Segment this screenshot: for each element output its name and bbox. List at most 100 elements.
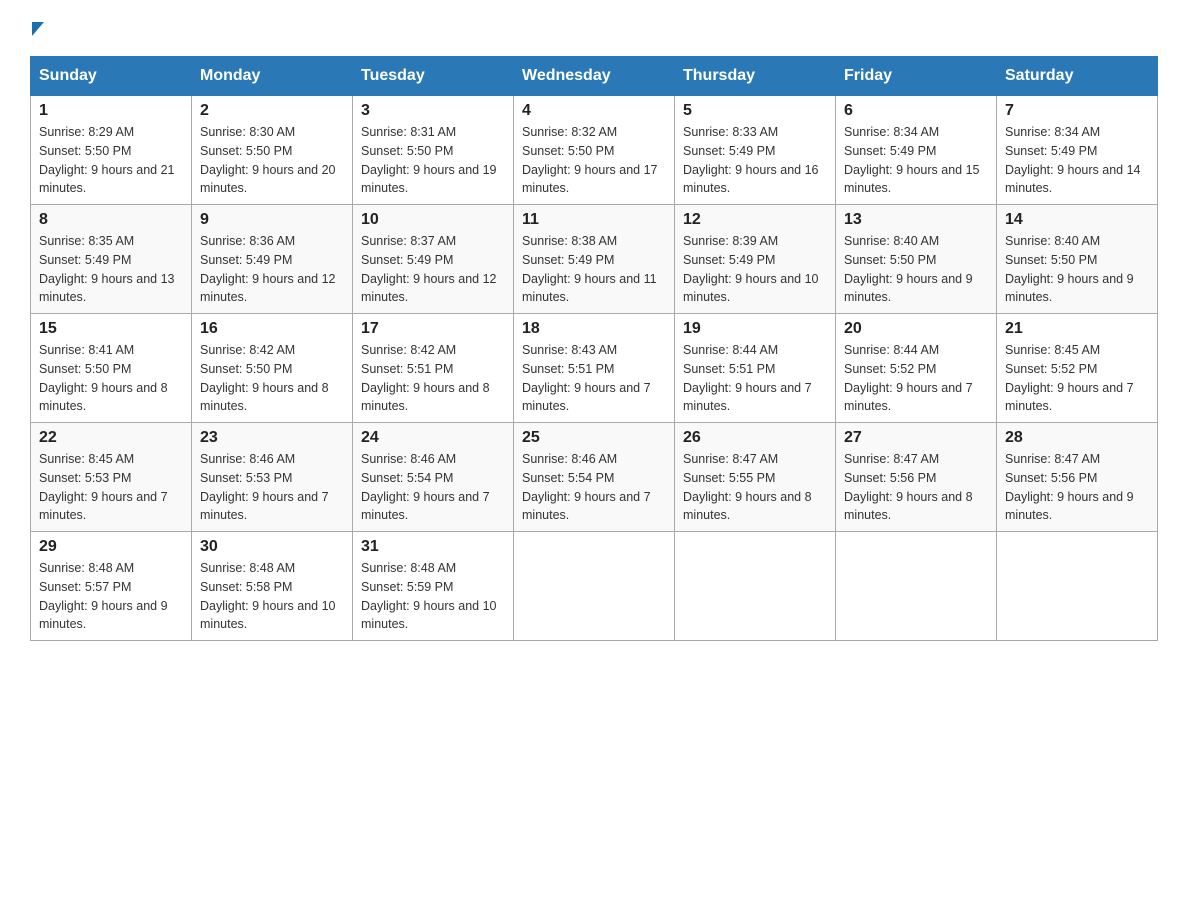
- day-number: 13: [844, 211, 988, 229]
- day-number: 5: [683, 102, 827, 120]
- weekday-header-wednesday: Wednesday: [514, 57, 675, 96]
- calendar-cell: 24 Sunrise: 8:46 AM Sunset: 5:54 PM Dayl…: [353, 423, 514, 532]
- calendar-week-row: 1 Sunrise: 8:29 AM Sunset: 5:50 PM Dayli…: [31, 96, 1158, 205]
- day-info: Sunrise: 8:39 AM Sunset: 5:49 PM Dayligh…: [683, 232, 827, 307]
- calendar-cell: [836, 532, 997, 641]
- weekday-header-row: SundayMondayTuesdayWednesdayThursdayFrid…: [31, 57, 1158, 96]
- calendar-cell: 4 Sunrise: 8:32 AM Sunset: 5:50 PM Dayli…: [514, 96, 675, 205]
- day-info: Sunrise: 8:34 AM Sunset: 5:49 PM Dayligh…: [844, 123, 988, 198]
- day-number: 19: [683, 320, 827, 338]
- day-info: Sunrise: 8:47 AM Sunset: 5:56 PM Dayligh…: [844, 450, 988, 525]
- day-info: Sunrise: 8:45 AM Sunset: 5:53 PM Dayligh…: [39, 450, 183, 525]
- calendar-cell: 3 Sunrise: 8:31 AM Sunset: 5:50 PM Dayli…: [353, 96, 514, 205]
- day-info: Sunrise: 8:44 AM Sunset: 5:52 PM Dayligh…: [844, 341, 988, 416]
- page-header: [30, 20, 1158, 36]
- day-number: 7: [1005, 102, 1149, 120]
- calendar-cell: 20 Sunrise: 8:44 AM Sunset: 5:52 PM Dayl…: [836, 314, 997, 423]
- calendar-week-row: 8 Sunrise: 8:35 AM Sunset: 5:49 PM Dayli…: [31, 205, 1158, 314]
- day-number: 27: [844, 429, 988, 447]
- day-info: Sunrise: 8:38 AM Sunset: 5:49 PM Dayligh…: [522, 232, 666, 307]
- day-info: Sunrise: 8:46 AM Sunset: 5:54 PM Dayligh…: [522, 450, 666, 525]
- day-number: 17: [361, 320, 505, 338]
- day-number: 22: [39, 429, 183, 447]
- calendar-cell: 12 Sunrise: 8:39 AM Sunset: 5:49 PM Dayl…: [675, 205, 836, 314]
- calendar-cell: 14 Sunrise: 8:40 AM Sunset: 5:50 PM Dayl…: [997, 205, 1158, 314]
- day-info: Sunrise: 8:43 AM Sunset: 5:51 PM Dayligh…: [522, 341, 666, 416]
- calendar-cell: 9 Sunrise: 8:36 AM Sunset: 5:49 PM Dayli…: [192, 205, 353, 314]
- calendar-cell: 31 Sunrise: 8:48 AM Sunset: 5:59 PM Dayl…: [353, 532, 514, 641]
- day-info: Sunrise: 8:42 AM Sunset: 5:51 PM Dayligh…: [361, 341, 505, 416]
- day-info: Sunrise: 8:36 AM Sunset: 5:49 PM Dayligh…: [200, 232, 344, 307]
- calendar-cell: 5 Sunrise: 8:33 AM Sunset: 5:49 PM Dayli…: [675, 96, 836, 205]
- day-info: Sunrise: 8:46 AM Sunset: 5:54 PM Dayligh…: [361, 450, 505, 525]
- day-number: 3: [361, 102, 505, 120]
- calendar-week-row: 29 Sunrise: 8:48 AM Sunset: 5:57 PM Dayl…: [31, 532, 1158, 641]
- calendar-cell: 11 Sunrise: 8:38 AM Sunset: 5:49 PM Dayl…: [514, 205, 675, 314]
- weekday-header-sunday: Sunday: [31, 57, 192, 96]
- calendar-cell: 22 Sunrise: 8:45 AM Sunset: 5:53 PM Dayl…: [31, 423, 192, 532]
- day-info: Sunrise: 8:47 AM Sunset: 5:55 PM Dayligh…: [683, 450, 827, 525]
- day-info: Sunrise: 8:35 AM Sunset: 5:49 PM Dayligh…: [39, 232, 183, 307]
- calendar-cell: 8 Sunrise: 8:35 AM Sunset: 5:49 PM Dayli…: [31, 205, 192, 314]
- calendar-week-row: 15 Sunrise: 8:41 AM Sunset: 5:50 PM Dayl…: [31, 314, 1158, 423]
- day-info: Sunrise: 8:31 AM Sunset: 5:50 PM Dayligh…: [361, 123, 505, 198]
- day-number: 8: [39, 211, 183, 229]
- day-number: 12: [683, 211, 827, 229]
- day-number: 9: [200, 211, 344, 229]
- day-number: 14: [1005, 211, 1149, 229]
- day-number: 23: [200, 429, 344, 447]
- day-number: 18: [522, 320, 666, 338]
- day-info: Sunrise: 8:48 AM Sunset: 5:58 PM Dayligh…: [200, 559, 344, 634]
- calendar-cell: 1 Sunrise: 8:29 AM Sunset: 5:50 PM Dayli…: [31, 96, 192, 205]
- calendar-cell: 6 Sunrise: 8:34 AM Sunset: 5:49 PM Dayli…: [836, 96, 997, 205]
- day-info: Sunrise: 8:48 AM Sunset: 5:57 PM Dayligh…: [39, 559, 183, 634]
- weekday-header-tuesday: Tuesday: [353, 57, 514, 96]
- day-number: 6: [844, 102, 988, 120]
- day-number: 20: [844, 320, 988, 338]
- calendar-cell: 19 Sunrise: 8:44 AM Sunset: 5:51 PM Dayl…: [675, 314, 836, 423]
- day-info: Sunrise: 8:44 AM Sunset: 5:51 PM Dayligh…: [683, 341, 827, 416]
- day-info: Sunrise: 8:32 AM Sunset: 5:50 PM Dayligh…: [522, 123, 666, 198]
- day-info: Sunrise: 8:30 AM Sunset: 5:50 PM Dayligh…: [200, 123, 344, 198]
- weekday-header-saturday: Saturday: [997, 57, 1158, 96]
- day-info: Sunrise: 8:33 AM Sunset: 5:49 PM Dayligh…: [683, 123, 827, 198]
- day-number: 4: [522, 102, 666, 120]
- day-info: Sunrise: 8:29 AM Sunset: 5:50 PM Dayligh…: [39, 123, 183, 198]
- calendar-cell: 27 Sunrise: 8:47 AM Sunset: 5:56 PM Dayl…: [836, 423, 997, 532]
- day-number: 21: [1005, 320, 1149, 338]
- calendar-table: SundayMondayTuesdayWednesdayThursdayFrid…: [30, 56, 1158, 641]
- day-number: 11: [522, 211, 666, 229]
- weekday-header-friday: Friday: [836, 57, 997, 96]
- day-info: Sunrise: 8:34 AM Sunset: 5:49 PM Dayligh…: [1005, 123, 1149, 198]
- day-number: 2: [200, 102, 344, 120]
- day-info: Sunrise: 8:40 AM Sunset: 5:50 PM Dayligh…: [844, 232, 988, 307]
- day-number: 15: [39, 320, 183, 338]
- calendar-cell: [997, 532, 1158, 641]
- day-number: 29: [39, 538, 183, 556]
- logo-arrow-icon: [32, 22, 44, 36]
- calendar-cell: 10 Sunrise: 8:37 AM Sunset: 5:49 PM Dayl…: [353, 205, 514, 314]
- calendar-cell: 30 Sunrise: 8:48 AM Sunset: 5:58 PM Dayl…: [192, 532, 353, 641]
- calendar-cell: 21 Sunrise: 8:45 AM Sunset: 5:52 PM Dayl…: [997, 314, 1158, 423]
- calendar-cell: 7 Sunrise: 8:34 AM Sunset: 5:49 PM Dayli…: [997, 96, 1158, 205]
- day-info: Sunrise: 8:47 AM Sunset: 5:56 PM Dayligh…: [1005, 450, 1149, 525]
- day-number: 25: [522, 429, 666, 447]
- calendar-cell: 28 Sunrise: 8:47 AM Sunset: 5:56 PM Dayl…: [997, 423, 1158, 532]
- day-number: 16: [200, 320, 344, 338]
- day-info: Sunrise: 8:48 AM Sunset: 5:59 PM Dayligh…: [361, 559, 505, 634]
- calendar-cell: 26 Sunrise: 8:47 AM Sunset: 5:55 PM Dayl…: [675, 423, 836, 532]
- weekday-header-monday: Monday: [192, 57, 353, 96]
- calendar-cell: 16 Sunrise: 8:42 AM Sunset: 5:50 PM Dayl…: [192, 314, 353, 423]
- calendar-week-row: 22 Sunrise: 8:45 AM Sunset: 5:53 PM Dayl…: [31, 423, 1158, 532]
- calendar-cell: 29 Sunrise: 8:48 AM Sunset: 5:57 PM Dayl…: [31, 532, 192, 641]
- calendar-cell: [675, 532, 836, 641]
- day-number: 1: [39, 102, 183, 120]
- calendar-cell: 17 Sunrise: 8:42 AM Sunset: 5:51 PM Dayl…: [353, 314, 514, 423]
- calendar-cell: 23 Sunrise: 8:46 AM Sunset: 5:53 PM Dayl…: [192, 423, 353, 532]
- day-number: 26: [683, 429, 827, 447]
- day-number: 31: [361, 538, 505, 556]
- day-number: 10: [361, 211, 505, 229]
- day-info: Sunrise: 8:46 AM Sunset: 5:53 PM Dayligh…: [200, 450, 344, 525]
- day-info: Sunrise: 8:37 AM Sunset: 5:49 PM Dayligh…: [361, 232, 505, 307]
- day-info: Sunrise: 8:42 AM Sunset: 5:50 PM Dayligh…: [200, 341, 344, 416]
